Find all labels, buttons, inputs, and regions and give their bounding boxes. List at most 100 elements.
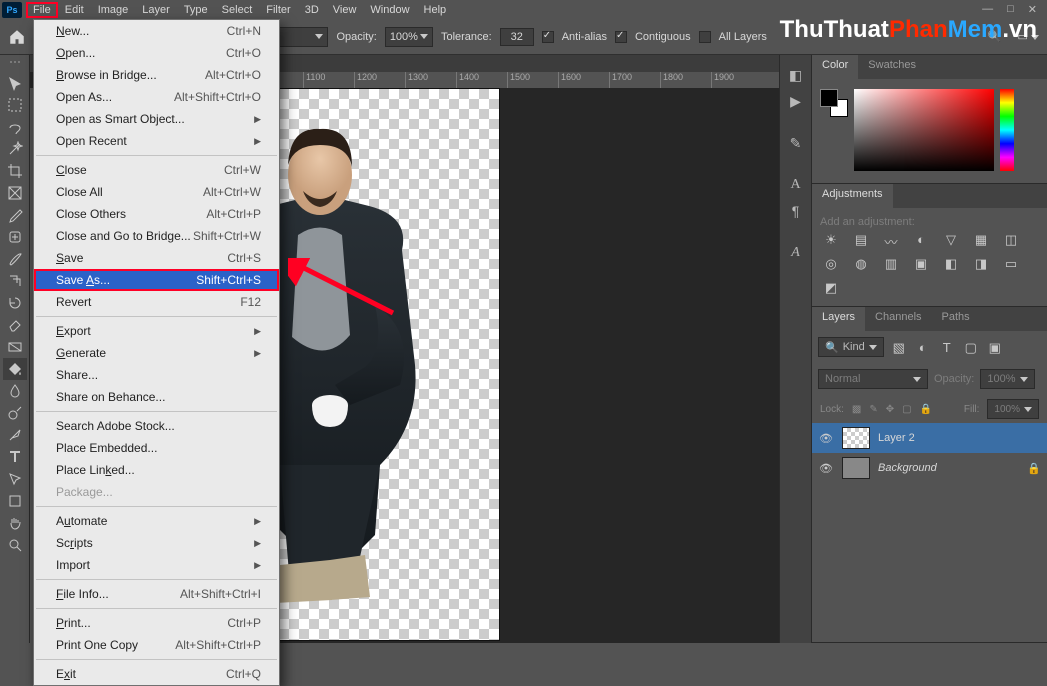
type-tool[interactable] bbox=[3, 446, 27, 468]
adj-hue-icon[interactable]: ▦ bbox=[972, 232, 990, 246]
file-menu-place-embedded[interactable]: Place Embedded... bbox=[34, 437, 279, 459]
layer-row-0[interactable]: 👁Layer 2 bbox=[812, 423, 1047, 453]
filter-adjust-icon[interactable]: ◐ bbox=[914, 340, 932, 354]
close-icon[interactable]: ✕ bbox=[1028, 3, 1037, 16]
menu-view[interactable]: View bbox=[326, 2, 364, 18]
tab-adjustments[interactable]: Adjustments bbox=[812, 184, 893, 208]
file-menu-search-adobe-stock[interactable]: Search Adobe Stock... bbox=[34, 415, 279, 437]
opacity-picker[interactable]: 100% bbox=[385, 27, 433, 47]
file-menu-file-info[interactable]: File Info...Alt+Shift+Ctrl+I bbox=[34, 583, 279, 605]
adj-channel-mixer-icon[interactable]: ◍ bbox=[852, 256, 870, 270]
tab-layers[interactable]: Layers bbox=[812, 307, 865, 331]
file-menu-open-as-smart-object[interactable]: Open as Smart Object... bbox=[34, 108, 279, 130]
file-menu-share[interactable]: Share... bbox=[34, 364, 279, 386]
color-field[interactable] bbox=[854, 89, 994, 171]
lock-pos-icon[interactable]: ✥ bbox=[886, 404, 894, 415]
file-menu-place-linked[interactable]: Place Linked... bbox=[34, 459, 279, 481]
tab-color[interactable]: Color bbox=[812, 55, 858, 79]
filter-smart-icon[interactable]: ▣ bbox=[986, 340, 1004, 354]
menu-file[interactable]: File bbox=[26, 2, 58, 18]
file-menu-generate[interactable]: Generate bbox=[34, 342, 279, 364]
file-menu-revert[interactable]: RevertF12 bbox=[34, 291, 279, 313]
tab-swatches[interactable]: Swatches bbox=[858, 55, 926, 79]
brushes-icon[interactable]: ✎ bbox=[786, 133, 806, 153]
layer-fill[interactable]: 100% bbox=[987, 399, 1039, 419]
panel-grip[interactable] bbox=[5, 61, 25, 69]
adj-bw-icon[interactable]: ◫ bbox=[1002, 232, 1020, 246]
play-icon[interactable]: ▶ bbox=[786, 91, 806, 111]
frame-tool[interactable] bbox=[3, 182, 27, 204]
minimize-icon[interactable]: — bbox=[982, 3, 993, 16]
file-menu-close-and-go-to-bridge[interactable]: Close and Go to Bridge...Shift+Ctrl+W bbox=[34, 225, 279, 247]
file-menu-import[interactable]: Import bbox=[34, 554, 279, 576]
layer-thumb[interactable] bbox=[842, 427, 870, 449]
marquee-tool[interactable] bbox=[3, 94, 27, 116]
menu-layer[interactable]: Layer bbox=[135, 2, 177, 18]
hue-slider[interactable] bbox=[1000, 89, 1014, 171]
clone-tool[interactable] bbox=[3, 270, 27, 292]
layer-thumb[interactable] bbox=[842, 457, 870, 479]
anti-alias-check[interactable]: Anti-alias bbox=[542, 31, 607, 43]
menu-select[interactable]: Select bbox=[215, 2, 260, 18]
layer-blend-mode[interactable]: Normal bbox=[818, 369, 928, 389]
adj-photo-filter-icon[interactable]: ◎ bbox=[822, 256, 840, 270]
tab-channels[interactable]: Channels bbox=[865, 307, 931, 331]
file-menu-export[interactable]: Export bbox=[34, 320, 279, 342]
filter-shape-icon[interactable]: ▢ bbox=[962, 340, 980, 354]
zoom-tool[interactable] bbox=[3, 534, 27, 556]
adj-levels-icon[interactable]: ▤ bbox=[852, 232, 870, 246]
menu-type[interactable]: Type bbox=[177, 2, 215, 18]
file-menu-new[interactable]: New...Ctrl+N bbox=[34, 20, 279, 42]
file-menu-scripts[interactable]: Scripts bbox=[34, 532, 279, 554]
file-menu-close-others[interactable]: Close OthersAlt+Ctrl+P bbox=[34, 203, 279, 225]
menu-window[interactable]: Window bbox=[363, 2, 416, 18]
visibility-icon[interactable]: 👁 bbox=[818, 462, 834, 475]
fg-bg-swatch[interactable] bbox=[820, 89, 848, 117]
all-layers-check[interactable]: All Layers bbox=[699, 31, 767, 43]
crop-tool[interactable] bbox=[3, 160, 27, 182]
lock-all-icon[interactable]: 🔒 bbox=[920, 404, 932, 415]
adj-brightness-icon[interactable]: ☀ bbox=[822, 232, 840, 246]
file-menu-print-one-copy[interactable]: Print One CopyAlt+Shift+Ctrl+P bbox=[34, 634, 279, 656]
menu-help[interactable]: Help bbox=[417, 2, 454, 18]
file-menu-save-as[interactable]: Save As...Shift+Ctrl+S bbox=[34, 269, 279, 291]
layer-row-1[interactable]: 👁Background🔒 bbox=[812, 453, 1047, 483]
eyedropper-tool[interactable] bbox=[3, 204, 27, 226]
glyph-icon[interactable]: A bbox=[786, 243, 806, 263]
file-menu-exit[interactable]: ExitCtrl+Q bbox=[34, 663, 279, 685]
eraser-tool[interactable] bbox=[3, 314, 27, 336]
menu-image[interactable]: Image bbox=[91, 2, 136, 18]
pen-tool[interactable] bbox=[3, 424, 27, 446]
layer-opacity[interactable]: 100% bbox=[980, 369, 1034, 389]
adj-gradient-map-icon[interactable]: ▭ bbox=[1002, 256, 1020, 270]
healing-tool[interactable] bbox=[3, 226, 27, 248]
file-menu-open-recent[interactable]: Open Recent bbox=[34, 130, 279, 152]
adj-selective-icon[interactable]: ◩ bbox=[822, 280, 840, 294]
file-menu-close-all[interactable]: Close AllAlt+Ctrl+W bbox=[34, 181, 279, 203]
home-icon[interactable] bbox=[8, 28, 26, 46]
filter-type-icon[interactable]: T bbox=[938, 340, 956, 354]
file-menu-automate[interactable]: Automate bbox=[34, 510, 279, 532]
lasso-tool[interactable] bbox=[3, 116, 27, 138]
adj-threshold-icon[interactable]: ◨ bbox=[972, 256, 990, 270]
brush-tool[interactable] bbox=[3, 248, 27, 270]
adj-curves-icon[interactable]: 〰 bbox=[882, 232, 900, 246]
layer-filter-kind[interactable]: 🔍 Kind bbox=[818, 337, 884, 357]
adj-lut-icon[interactable]: ▥ bbox=[882, 256, 900, 270]
blur-tool[interactable] bbox=[3, 380, 27, 402]
contiguous-check[interactable]: Contiguous bbox=[615, 31, 691, 43]
adj-invert-icon[interactable]: ▣ bbox=[912, 256, 930, 270]
adj-posterize-icon[interactable]: ◧ bbox=[942, 256, 960, 270]
hand-tool[interactable] bbox=[3, 512, 27, 534]
dodge-tool[interactable] bbox=[3, 402, 27, 424]
paragraph-icon[interactable]: ¶ bbox=[786, 201, 806, 221]
file-menu-close[interactable]: CloseCtrl+W bbox=[34, 159, 279, 181]
character-icon[interactable]: A bbox=[786, 175, 806, 195]
bucket-tool[interactable] bbox=[3, 358, 27, 380]
path-select-tool[interactable] bbox=[3, 468, 27, 490]
tolerance-input[interactable] bbox=[500, 28, 534, 46]
rectangle-tool[interactable] bbox=[3, 490, 27, 512]
adj-vibrance-icon[interactable]: ▽ bbox=[942, 232, 960, 246]
tab-paths[interactable]: Paths bbox=[932, 307, 980, 331]
file-menu-browse-in-bridge[interactable]: Browse in Bridge...Alt+Ctrl+O bbox=[34, 64, 279, 86]
